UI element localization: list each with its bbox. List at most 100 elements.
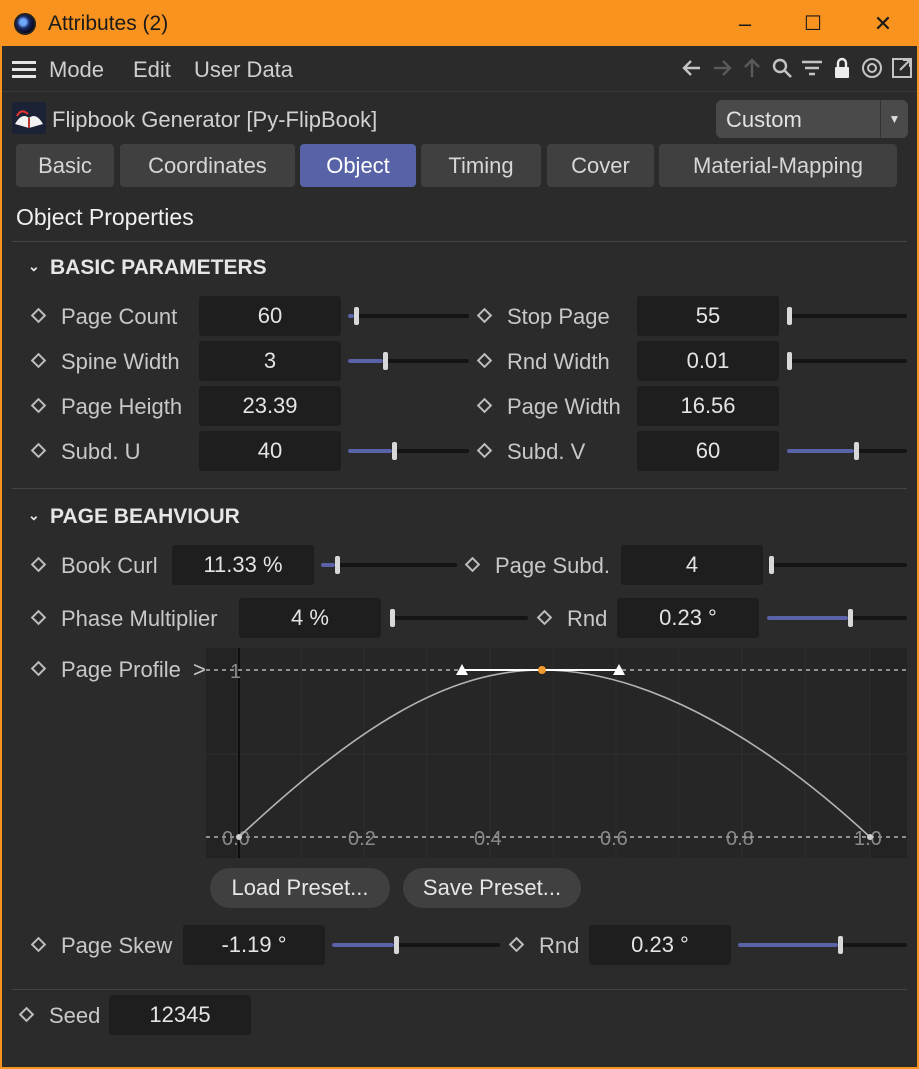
group-page-behaviour[interactable]: ⌄ PAGE BEAHVIOUR	[28, 505, 240, 529]
keyframe-diamond-icon[interactable]	[476, 442, 493, 459]
spine-width-field[interactable]: 3	[199, 341, 341, 381]
subd-v-field[interactable]: 60	[637, 431, 779, 471]
seed-field[interactable]: 12345	[109, 995, 251, 1035]
rnd-width-field[interactable]: 0.01	[637, 341, 779, 381]
lock-icon[interactable]	[830, 56, 854, 82]
keyframe-diamond-icon[interactable]	[464, 556, 481, 573]
group-basic-parameters[interactable]: ⌄ BASIC PARAMETERS	[28, 256, 267, 280]
chevron-down-icon[interactable]: ⌄	[28, 258, 44, 275]
new-window-icon[interactable]	[890, 56, 914, 82]
page-skew-field[interactable]: -1.19 °	[183, 925, 325, 965]
attributes-window: Attributes (2) – ☐ ✕ Mode Edit User Data	[0, 0, 919, 1069]
keyframe-diamond-icon[interactable]	[18, 1006, 35, 1023]
subd-v-slider[interactable]	[787, 442, 907, 460]
subd-u-field[interactable]: 40	[199, 431, 341, 471]
page-profile-spline-editor[interactable]: 1 0.0 0.2 0.4 0.6 0.8 1.0	[206, 648, 907, 858]
keyframe-diamond-icon[interactable]	[30, 936, 47, 953]
slider-knob[interactable]	[383, 352, 388, 370]
slider-fill	[738, 943, 838, 947]
page-subd-slider[interactable]	[769, 556, 907, 574]
tab-object[interactable]: Object	[300, 144, 416, 187]
keyframe-diamond-icon[interactable]	[30, 307, 47, 324]
chevron-down-icon[interactable]: ⌄	[28, 507, 44, 524]
maximize-button[interactable]: ☐	[788, 8, 838, 40]
slider-fill	[348, 359, 383, 363]
rnd-skew-field[interactable]: 0.23 °	[589, 925, 731, 965]
phase-multiplier-slider[interactable]	[390, 609, 528, 627]
keyframe-diamond-icon[interactable]	[30, 609, 47, 626]
page-subd-label: Page Subd.	[495, 553, 610, 578]
spline-start-point[interactable]	[236, 834, 242, 840]
back-arrow-icon[interactable]	[680, 56, 704, 82]
keyframe-diamond-icon[interactable]	[536, 609, 553, 626]
slider-knob[interactable]	[787, 352, 792, 370]
up-arrow-icon[interactable]	[740, 56, 764, 82]
minimize-button[interactable]: –	[720, 8, 770, 40]
rnd-width-slider[interactable]	[787, 352, 907, 370]
tab-cover[interactable]: Cover	[547, 144, 654, 187]
keyframe-diamond-icon[interactable]	[30, 352, 47, 369]
rnd-phase-slider[interactable]	[767, 609, 907, 627]
spline-knot-point[interactable]	[538, 666, 546, 674]
keyframe-diamond-icon[interactable]	[30, 442, 47, 459]
keyframe-diamond-icon[interactable]	[476, 352, 493, 369]
x-tick-label: 0.6	[600, 828, 628, 850]
menu-mode[interactable]: Mode	[49, 57, 104, 83]
tab-material-mapping[interactable]: Material-Mapping	[659, 144, 897, 187]
divider	[12, 241, 907, 242]
keyframe-diamond-icon[interactable]	[476, 397, 493, 414]
slider-knob[interactable]	[392, 442, 397, 460]
keyframe-diamond-icon[interactable]	[30, 397, 47, 414]
expand-arrow-icon[interactable]: >	[193, 657, 206, 683]
page-count-field[interactable]: 60	[199, 296, 341, 336]
rnd-skew-slider[interactable]	[738, 936, 907, 954]
page-subd-field[interactable]: 4	[621, 545, 763, 585]
tab-timing[interactable]: Timing	[421, 144, 541, 187]
stop-page-field[interactable]: 55	[637, 296, 779, 336]
slider-knob[interactable]	[354, 307, 359, 325]
page-width-field[interactable]: 16.56	[637, 386, 779, 426]
page-height-field[interactable]: 23.39	[199, 386, 341, 426]
slider-knob[interactable]	[335, 556, 340, 574]
book-curl-slider[interactable]	[321, 556, 457, 574]
slider-knob[interactable]	[787, 307, 792, 325]
keyframe-diamond-icon[interactable]	[30, 660, 47, 677]
filter-icon[interactable]	[800, 56, 824, 82]
subd-u-slider[interactable]	[348, 442, 469, 460]
chevron-down-icon[interactable]: ▼	[880, 100, 908, 138]
target-icon[interactable]	[860, 56, 884, 82]
phase-multiplier-field[interactable]: 4 %	[239, 598, 381, 638]
spline-graph-svg[interactable]: 1 0.0 0.2 0.4 0.6 0.8 1.0	[206, 648, 907, 858]
slider-knob[interactable]	[394, 936, 399, 954]
tab-basic[interactable]: Basic	[16, 144, 114, 187]
page-count-slider[interactable]	[348, 307, 469, 325]
rnd-phase-field[interactable]: 0.23 °	[617, 598, 759, 638]
stop-page-slider[interactable]	[787, 307, 907, 325]
spine-width-slider[interactable]	[348, 352, 469, 370]
slider-knob[interactable]	[390, 609, 395, 627]
divider	[12, 488, 907, 489]
slider-knob[interactable]	[848, 609, 853, 627]
tab-coordinates[interactable]: Coordinates	[120, 144, 295, 187]
search-icon[interactable]	[770, 56, 794, 82]
divider	[12, 989, 907, 990]
close-button[interactable]: ✕	[858, 8, 908, 40]
flipbook-object-icon	[12, 102, 46, 134]
slider-knob[interactable]	[838, 936, 843, 954]
page-skew-slider[interactable]	[332, 936, 500, 954]
book-curl-field[interactable]: 11.33 %	[172, 545, 314, 585]
keyframe-diamond-icon[interactable]	[508, 936, 525, 953]
forward-arrow-icon[interactable]	[710, 56, 734, 82]
slider-knob[interactable]	[769, 556, 774, 574]
save-preset-button[interactable]: Save Preset...	[403, 868, 581, 908]
slider-knob[interactable]	[854, 442, 859, 460]
hamburger-menu-icon[interactable]	[12, 61, 36, 79]
load-preset-button[interactable]: Load Preset...	[210, 868, 390, 908]
menu-edit[interactable]: Edit	[133, 57, 171, 83]
keyframe-diamond-icon[interactable]	[30, 556, 47, 573]
tab-bar: Basic Coordinates Object Timing Cover Ma…	[2, 142, 917, 190]
keyframe-diamond-icon[interactable]	[476, 307, 493, 324]
spline-end-point[interactable]	[867, 834, 873, 840]
mode-dropdown[interactable]: Custom ▼	[716, 100, 908, 138]
menu-user-data[interactable]: User Data	[194, 57, 293, 83]
